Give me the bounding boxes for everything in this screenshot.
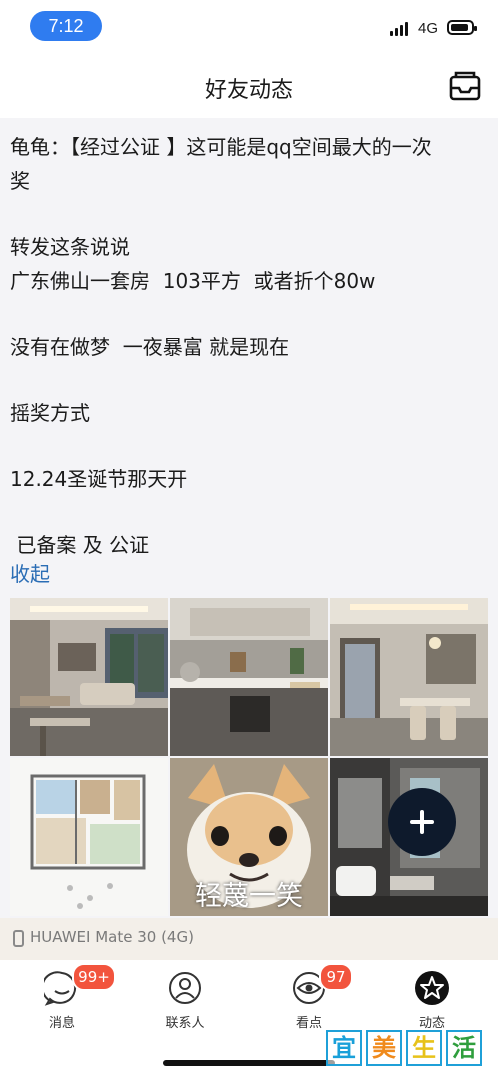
contacts-icon: [169, 972, 201, 1004]
post-text: 龟龟：【经过公证 】这可能是qq空间最大的一次 奖 转发这条说说 广东佛山一套房…: [10, 130, 488, 562]
tab-contacts[interactable]: 联系人: [145, 966, 225, 1036]
battery-icon: [447, 20, 477, 35]
watermark-char: 活: [446, 1030, 482, 1066]
tab-messages[interactable]: 99+ 消息: [22, 963, 116, 1036]
star-icon: [415, 971, 449, 1005]
add-post-button[interactable]: [388, 788, 456, 856]
post-line: 龟龟：【经过公证 】这可能是qq空间最大的一次: [10, 135, 432, 159]
photo-dining-room[interactable]: [330, 598, 488, 756]
phone-icon: [13, 930, 24, 947]
meme-caption: 轻蔑一笑: [195, 881, 303, 912]
photo-living-room[interactable]: [10, 598, 168, 756]
home-indicator: [163, 1060, 335, 1066]
collapse-link[interactable]: 收起: [10, 558, 50, 587]
post-line: [10, 364, 488, 396]
tab-feed[interactable]: 动态: [392, 966, 472, 1036]
post-line: [10, 298, 488, 330]
tab-label: 看点: [295, 1016, 322, 1031]
watermark-char: 美: [366, 1030, 402, 1066]
kandian-badge: 97: [319, 963, 353, 991]
device-label: HUAWEI Mate 30 (4G): [30, 928, 194, 946]
post-line: [10, 198, 488, 230]
post-line: 已备案 及 公证: [10, 533, 150, 557]
post-line: 广东佛山一套房 103平方 或者折个80w: [10, 269, 376, 293]
post-line: 没有在做梦 一夜暴富 就是现在: [10, 335, 290, 359]
post-line: [10, 496, 488, 528]
photo-floor-plan[interactable]: [10, 758, 168, 916]
tab-kandian[interactable]: 97 看点: [269, 963, 353, 1036]
device-info-bar: HUAWEI Mate 30 (4G): [0, 918, 498, 960]
tab-label: 联系人: [165, 1016, 205, 1031]
tab-label: 动态: [418, 1016, 445, 1031]
messages-badge: 99+: [72, 963, 116, 991]
tab-label: 消息: [48, 1016, 75, 1031]
watermark-char: 宜: [326, 1030, 362, 1066]
status-bar: 7:12 4G: [0, 0, 498, 52]
watermark-logo: 宜 美 生 活: [326, 1030, 484, 1070]
post-line: 奖: [10, 169, 30, 193]
status-time: 7:12: [30, 11, 102, 41]
post-line: 摇奖方式: [10, 401, 90, 425]
nav-bar: 好友动态: [0, 52, 498, 118]
signal-icon: [390, 22, 412, 36]
page-title: 好友动态: [204, 78, 293, 103]
post-line: [10, 430, 488, 462]
post-line: 12.24圣诞节那天开: [10, 467, 188, 491]
watermark-char: 生: [406, 1030, 442, 1066]
photo-kitchen[interactable]: [170, 598, 328, 756]
network-type: 4G: [418, 20, 439, 37]
post-line: 转发这条说说: [10, 235, 130, 259]
photo-grid: 轻蔑一笑: [10, 598, 489, 916]
photo-chihuahua-meme[interactable]: 轻蔑一笑: [170, 758, 328, 916]
mailbox-icon[interactable]: [447, 69, 483, 105]
